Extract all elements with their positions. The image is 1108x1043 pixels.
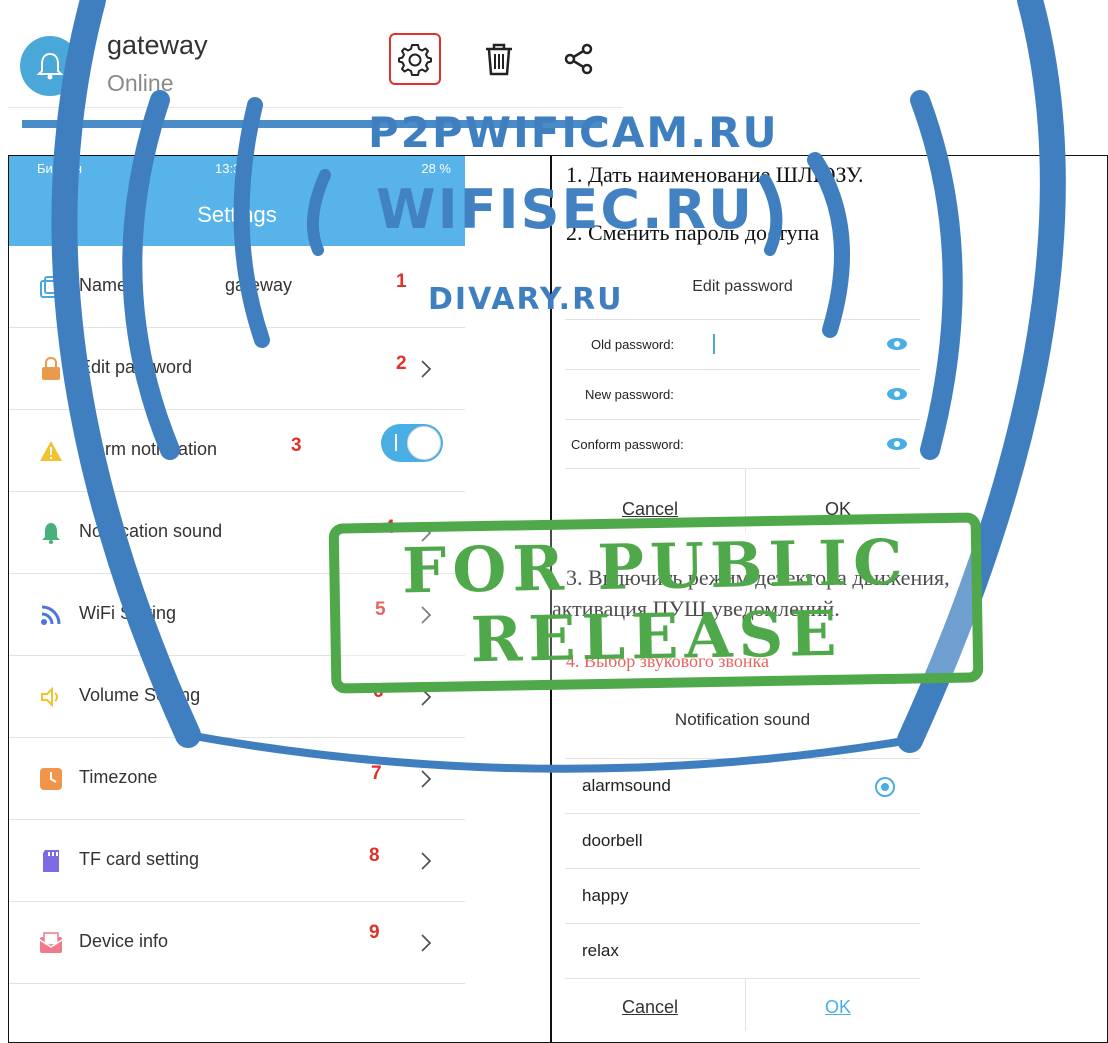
sd-card-icon [43, 850, 59, 872]
wifi-icon [41, 605, 61, 625]
chevron-right-icon [421, 770, 432, 788]
settings-row-label: Edit password [79, 357, 193, 377]
alarm-toggle[interactable] [381, 424, 443, 462]
chevron-right-icon [421, 852, 432, 870]
bell-icon [36, 52, 64, 80]
speaker-icon [41, 686, 58, 708]
settings-row-value: gateway [225, 275, 293, 295]
settings-row-timezone[interactable]: Timezone 7 [9, 738, 465, 820]
toggle-knob [407, 426, 441, 460]
annotation-number: 9 [369, 922, 380, 943]
for-public-release-stamp: FOR PUBLIC RELEASE [328, 512, 984, 694]
sound-option[interactable]: relax [565, 923, 920, 978]
trash-icon [486, 43, 512, 76]
settings-row-edit-password[interactable]: Edit password 2 [9, 328, 465, 410]
field-label: Old password: [591, 337, 675, 352]
envelope-icon [39, 932, 63, 953]
share-icon [564, 43, 593, 75]
eye-icon[interactable] [886, 387, 908, 401]
confirm-password-field[interactable]: Conform password: [565, 419, 920, 469]
watermark-text: WIFISEC.RU [376, 178, 754, 241]
settings-row-label: WiFi Setting [79, 603, 177, 623]
button-divider [745, 979, 746, 1031]
sound-option[interactable]: doorbell [565, 813, 920, 868]
eye-icon[interactable] [886, 337, 908, 351]
text-cursor [713, 334, 715, 354]
device-header: gateway Online [8, 8, 623, 108]
carrier-label: Билайн [37, 161, 83, 176]
lock-icon [42, 357, 60, 380]
eye-icon[interactable] [886, 437, 908, 451]
annotation-number: 8 [369, 845, 380, 866]
clock-label: 13:32 [215, 161, 248, 176]
warning-icon [40, 441, 62, 461]
settings-button[interactable] [389, 33, 441, 85]
settings-row-label: Timezone [79, 767, 158, 787]
stamp-line: RELEASE [470, 596, 844, 677]
device-name: gateway [107, 30, 208, 60]
toggle-on-mark [395, 434, 397, 451]
sound-option-label: alarmsound [582, 776, 671, 795]
settings-row-tf-card[interactable]: TF card setting 8 [9, 820, 465, 902]
share-button[interactable] [553, 33, 605, 85]
battery-label: 28 % [421, 161, 451, 176]
device-status: Online [107, 70, 174, 96]
windows-icon [40, 276, 62, 298]
sound-option-label: relax [582, 941, 619, 960]
annotation-number: 1 [396, 271, 407, 292]
watermark-text: P2PWIFICAM.RU [368, 108, 779, 157]
dialog-buttons: Cancel OK [565, 978, 920, 1031]
cancel-button[interactable]: Cancel [622, 997, 678, 1018]
annotation-number: 3 [291, 435, 302, 456]
gear-icon [398, 44, 432, 76]
settings-row-name[interactable]: Name gateway 1 [9, 246, 465, 328]
bell-icon [42, 523, 60, 544]
device-avatar[interactable] [20, 36, 80, 96]
settings-row-label: Volume Setting [79, 685, 201, 705]
field-label: Conform password: [571, 437, 684, 452]
new-password-field[interactable]: New password: [565, 369, 920, 419]
sound-option-label: happy [582, 886, 629, 905]
old-password-field[interactable]: Old password: [565, 319, 920, 369]
sound-option-label: doorbell [582, 831, 643, 850]
settings-row-label: Device info [79, 931, 169, 951]
settings-row-label: Notification sound [79, 521, 223, 541]
delete-button[interactable] [473, 33, 525, 85]
sound-option[interactable]: alarmsound [565, 758, 920, 813]
settings-row-device-info[interactable]: Device info 9 [9, 902, 465, 984]
dialog-title: Notification sound [674, 710, 811, 729]
sound-option[interactable]: happy [565, 868, 920, 923]
notification-sound-dialog: Notification sound alarmsound doorbell h… [565, 690, 920, 1031]
annotation-number: 7 [371, 763, 382, 784]
annotation-number: 2 [396, 353, 407, 374]
ok-button[interactable]: OK [825, 997, 851, 1018]
chevron-right-icon [421, 360, 432, 378]
clock-icon [40, 768, 62, 790]
field-label: New password: [585, 387, 674, 402]
settings-row-label: Alarm notification [79, 439, 218, 459]
watermark-text: DIVARY.RU [428, 282, 624, 317]
settings-row-label: TF card setting [79, 849, 200, 869]
chevron-right-icon [421, 934, 432, 952]
radio-selected-icon[interactable] [875, 777, 895, 797]
settings-row-label: Name [79, 275, 128, 295]
